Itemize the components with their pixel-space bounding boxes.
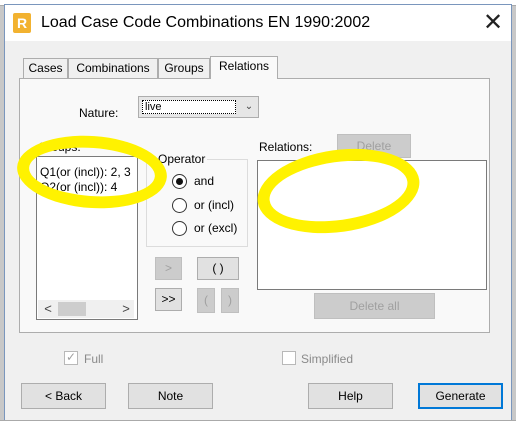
nature-select[interactable]: live ⌄	[138, 96, 259, 118]
tab-combinations[interactable]: Combinations	[68, 58, 158, 78]
help-button[interactable]: Help	[308, 383, 393, 409]
scroll-thumb[interactable]	[58, 302, 86, 316]
open-paren-button[interactable]: (	[197, 288, 215, 313]
chevron-down-icon: ⌄	[244, 101, 254, 112]
radio-or-excl[interactable]	[172, 221, 187, 236]
relations-label: Relations:	[259, 140, 313, 154]
full-checkbox[interactable]: ✓	[64, 350, 78, 365]
close-icon[interactable]: ✕	[475, 5, 511, 41]
add-relation-button[interactable]: >	[155, 257, 182, 280]
operator-or-excl-option[interactable]: or (excl)	[172, 219, 246, 237]
simplified-label: Simplified	[301, 352, 354, 366]
close-paren-button[interactable]: )	[221, 288, 239, 313]
back-button[interactable]: < Back	[21, 383, 106, 409]
simplified-checkbox[interactable]	[282, 351, 296, 365]
operator-and-option[interactable]: and	[172, 172, 242, 190]
radio-or-incl-label: or (incl)	[194, 198, 235, 212]
radio-or-excl-label: or (excl)	[194, 221, 238, 235]
background-app-bottom	[0, 420, 516, 428]
check-icon: ✓	[66, 350, 77, 364]
scroll-left-icon[interactable]: <	[40, 300, 56, 318]
radio-and[interactable]	[172, 174, 187, 189]
tab-cases[interactable]: Cases	[23, 58, 68, 78]
tab-relations[interactable]: Relations	[210, 56, 278, 79]
title-bar: R Load Case Code Combinations EN 1990:20…	[5, 5, 511, 41]
generate-button[interactable]: Generate	[418, 383, 503, 409]
groups-horizontal-scrollbar[interactable]: < >	[38, 300, 134, 318]
operator-or-incl-option[interactable]: or (incl)	[172, 196, 246, 214]
operator-label: Operator	[156, 152, 208, 166]
window-title: Load Case Code Combinations EN 1990:2002	[41, 14, 371, 31]
nature-selected-value: live	[142, 100, 236, 114]
tab-groups[interactable]: Groups	[158, 58, 210, 78]
app-icon: R	[13, 13, 31, 33]
add-all-relations-button[interactable]: >>	[155, 288, 182, 311]
delete-all-button[interactable]: Delete all	[314, 293, 435, 319]
nature-label: Nature:	[79, 106, 119, 120]
parentheses-button[interactable]: ( )	[197, 257, 239, 280]
full-label: Full	[84, 352, 104, 366]
radio-and-label: and	[194, 174, 215, 188]
radio-or-incl[interactable]	[172, 198, 187, 213]
note-button[interactable]: Note	[128, 383, 213, 409]
scroll-right-icon[interactable]: >	[118, 300, 134, 318]
